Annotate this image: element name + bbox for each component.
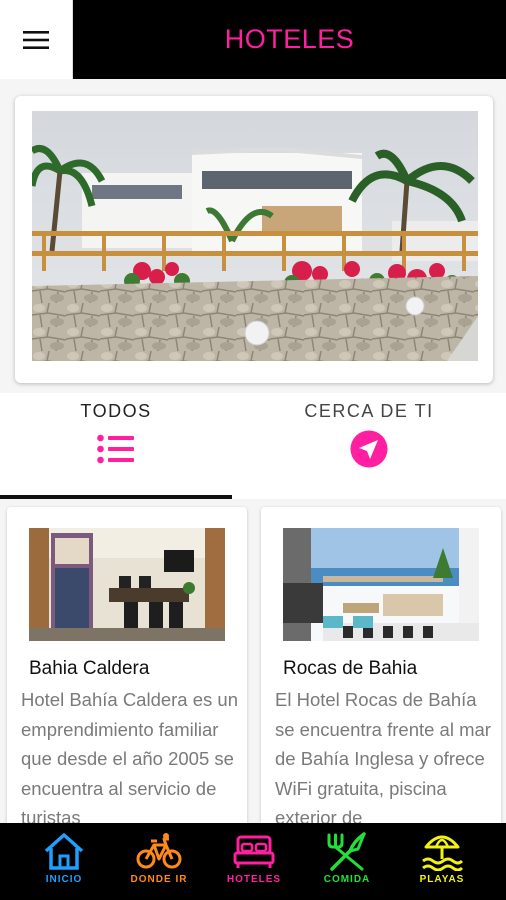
tab-todos-label: TODOS bbox=[80, 401, 152, 421]
filter-tabs: TODOS CERCA DE TI bbox=[0, 393, 506, 499]
tab-cerca-label: CERCA DE TI bbox=[304, 401, 434, 421]
location-arrow-icon bbox=[350, 430, 388, 468]
nav-item-playas[interactable]: PLAYAS bbox=[392, 823, 492, 900]
bed-icon bbox=[233, 835, 275, 868]
hotel-reception-photo bbox=[29, 528, 225, 641]
nav-label-inicio: INICIO bbox=[45, 874, 83, 885]
nav-label-hoteles: HOTELES bbox=[226, 874, 282, 885]
bottom-navigation: INICIO DONDE IR HOTELES COMIDA PLAYAS bbox=[0, 823, 506, 900]
hotel-terrace-photo bbox=[283, 528, 479, 641]
tab-todos[interactable]: TODOS bbox=[0, 393, 232, 499]
active-tab-indicator bbox=[0, 495, 232, 499]
menu-button[interactable] bbox=[0, 0, 73, 79]
nav-label-playas: PLAYAS bbox=[419, 874, 465, 885]
fork-knife-icon bbox=[327, 832, 366, 871]
hotel-description: El Hotel Rocas de Bahía se encuentra fre… bbox=[275, 689, 491, 828]
app-bar: HOTELES bbox=[0, 0, 506, 79]
hotel-building-photo bbox=[32, 111, 478, 361]
nav-item-hoteles[interactable]: HOTELES bbox=[204, 823, 304, 900]
hotel-name: Bahia Caldera bbox=[29, 658, 150, 679]
bicycle-icon bbox=[136, 833, 182, 869]
home-icon bbox=[44, 833, 84, 870]
hero-card bbox=[15, 96, 493, 383]
nav-item-donde-ir[interactable]: DONDE IR bbox=[109, 823, 209, 900]
list-icon bbox=[97, 434, 134, 464]
nav-item-comida[interactable]: COMIDA bbox=[297, 823, 397, 900]
hotel-card[interactable]: Bahia Caldera Hotel Bahía Caldera es un … bbox=[7, 507, 247, 837]
nav-item-inicio[interactable]: INICIO bbox=[14, 823, 114, 900]
hotel-card[interactable]: Rocas de Bahia El Hotel Rocas de Bahía s… bbox=[261, 507, 501, 837]
hamburger-menu-icon bbox=[23, 30, 49, 49]
hotel-description: Hotel Bahía Caldera es un emprendimiento… bbox=[21, 689, 238, 828]
hotel-name: Rocas de Bahia bbox=[283, 658, 418, 679]
nav-label-donde-ir: DONDE IR bbox=[130, 874, 188, 885]
page-title: HOTELES bbox=[224, 24, 355, 54]
tab-cerca-de-ti[interactable]: CERCA DE TI bbox=[255, 393, 483, 499]
nav-label-comida: COMIDA bbox=[323, 874, 371, 885]
beach-umbrella-icon bbox=[422, 835, 464, 871]
